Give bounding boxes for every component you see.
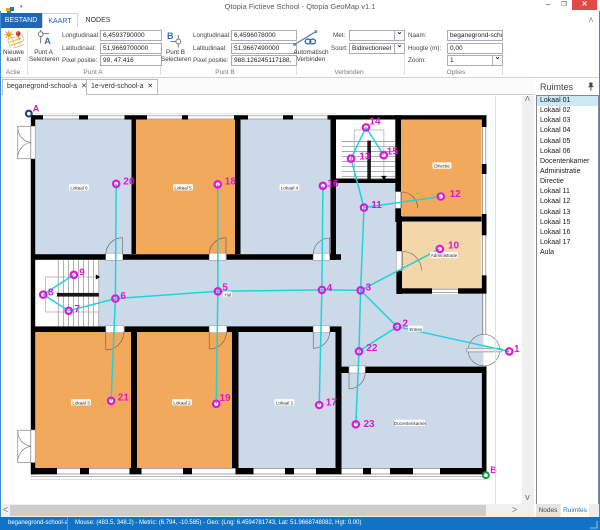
svg-text:22: 22: [366, 343, 378, 354]
svg-text:B: B: [490, 465, 497, 475]
svg-text:3: 3: [366, 282, 372, 293]
svg-text:11: 11: [371, 200, 382, 211]
svg-text:14: 14: [369, 117, 381, 128]
svg-text:15: 15: [387, 147, 399, 158]
svg-text:B: B: [167, 31, 174, 41]
svg-text:5: 5: [222, 283, 228, 294]
svg-text:1: 1: [514, 344, 520, 355]
svg-text:9: 9: [79, 268, 85, 279]
svg-text:Docentenkamer: Docentenkamer: [394, 421, 427, 426]
svg-text:4: 4: [327, 283, 333, 294]
svg-text:16: 16: [327, 179, 339, 190]
svg-text:Lokaal 6: Lokaal 6: [70, 185, 88, 190]
svg-text:17: 17: [326, 398, 338, 409]
svg-text:Administratie: Administratie: [431, 253, 458, 258]
svg-text:Entree: Entree: [410, 327, 423, 332]
svg-text:Lokaal 1: Lokaal 1: [276, 400, 294, 405]
svg-text:2: 2: [402, 319, 408, 330]
svg-text:19: 19: [220, 393, 232, 404]
svg-text:21: 21: [118, 392, 130, 403]
svg-text:Lokaal 3: Lokaal 3: [72, 400, 90, 405]
svg-text:6: 6: [120, 291, 126, 302]
svg-text:A: A: [44, 36, 51, 46]
svg-text:10: 10: [448, 240, 460, 251]
svg-text:18: 18: [225, 176, 237, 187]
svg-text:Lokaal 5: Lokaal 5: [174, 185, 192, 190]
svg-text:Directie: Directie: [434, 164, 450, 169]
svg-text:8: 8: [48, 287, 54, 298]
svg-text:Lokaal 2: Lokaal 2: [173, 400, 191, 405]
svg-text:23: 23: [364, 419, 376, 430]
svg-text:Lokaal 4: Lokaal 4: [281, 185, 299, 190]
svg-text:7: 7: [74, 304, 80, 315]
svg-text:A: A: [33, 104, 40, 114]
svg-text:13: 13: [359, 151, 371, 162]
svg-text:12: 12: [450, 189, 462, 200]
svg-text:20: 20: [123, 176, 135, 187]
